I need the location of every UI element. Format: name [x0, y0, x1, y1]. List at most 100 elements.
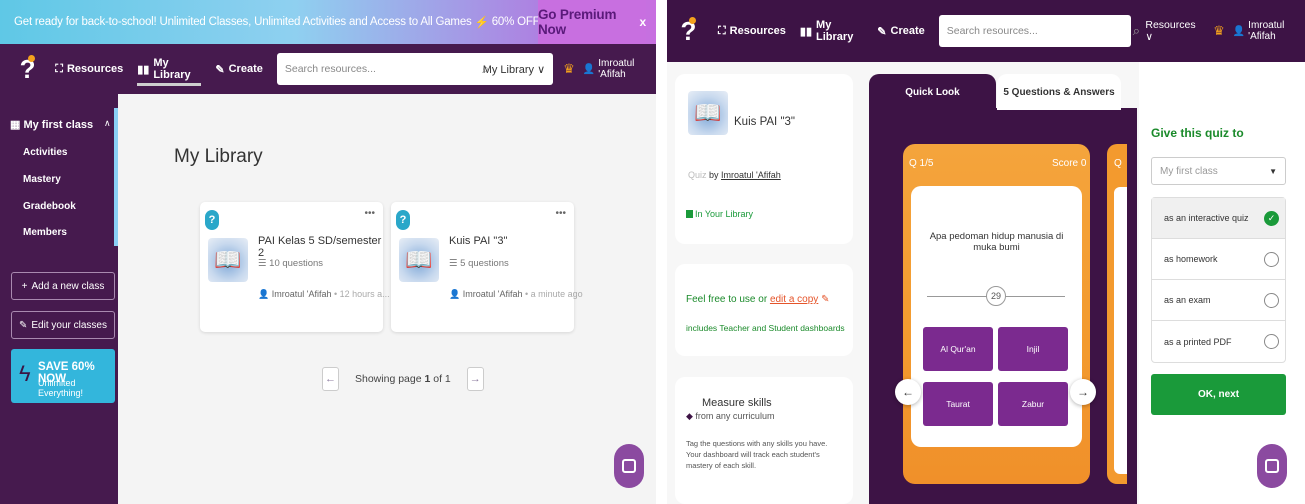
assign-option-homework[interactable]: as homework: [1152, 239, 1285, 280]
quiz-type-icon: ?: [396, 210, 410, 230]
radio-icon: [1264, 251, 1279, 267]
answer-option[interactable]: Taurat: [923, 382, 993, 426]
user-icon: 👤: [1232, 25, 1246, 37]
close-icon[interactable]: x: [640, 15, 647, 29]
assign-option-exam[interactable]: as an exam: [1152, 280, 1285, 321]
logo-icon[interactable]: ?: [677, 13, 700, 49]
slider-handle[interactable]: 29: [986, 286, 1006, 306]
book-icon: ▮▮: [137, 63, 150, 76]
class-select[interactable]: My first class ▼: [1151, 157, 1286, 185]
in-library-badge: In Your Library: [686, 209, 753, 219]
tab-questions-answers[interactable]: 5 Questions & Answers: [997, 74, 1121, 110]
search-input[interactable]: Search resources... ⌕: [938, 15, 1140, 47]
sidebar-item-mastery[interactable]: Mastery: [23, 174, 61, 185]
search-scope-select[interactable]: My Library ∨: [483, 63, 545, 76]
edit-classes-button[interactable]: ✎ Edit your classes: [11, 311, 115, 339]
user-menu[interactable]: 👤 Imroatul 'Afifah: [1233, 20, 1305, 42]
question-text: Apa pedoman hidup manusia di muka bumi: [929, 231, 1064, 253]
copy-box: [675, 264, 853, 356]
page-indicator: Showing page 1 of 1: [355, 373, 451, 385]
quiz-author: Quiz by Imroatul 'Afifah: [688, 170, 781, 180]
next-question-counter: Q: [1114, 158, 1122, 169]
assign-option-pdf[interactable]: as a printed PDF: [1152, 321, 1285, 362]
chat-button[interactable]: [614, 444, 644, 488]
tag-icon: ◆: [686, 411, 696, 421]
chat-icon: [1265, 459, 1279, 473]
list-icon: ☰: [258, 258, 270, 269]
quiz-card-questions: ☰ 10 questions: [258, 258, 324, 269]
nav-resources-label: Resources: [66, 63, 124, 75]
sidebar-item-gradebook[interactable]: Gradebook: [23, 201, 76, 212]
next-question-button[interactable]: →: [1070, 379, 1096, 405]
answer-option[interactable]: Injil: [998, 327, 1068, 371]
chat-icon: [622, 459, 636, 473]
nav-create-label: Create: [228, 63, 263, 75]
quiz-detail-screen: ? ⛶ Resources ▮▮ My Library ✎ Create Sea…: [667, 0, 1305, 504]
user-menu[interactable]: 👤 Imroatul 'Afifah: [583, 58, 656, 80]
prev-question-button[interactable]: ←: [895, 379, 921, 405]
promo-banner[interactable]: Get ready for back-to-school! Unlimited …: [0, 0, 656, 44]
class-select-value: My first class: [1160, 165, 1218, 177]
quiz-card[interactable]: ? ••• 📖 Kuis PAI "3" ☰ 5 questions 👤 Imr…: [391, 202, 583, 332]
resources-icon: ⛶: [717, 24, 726, 37]
edit-classes-label: Edit your classes: [31, 319, 107, 331]
search-placeholder: Search resources...: [284, 63, 376, 75]
library-screen: Get ready for back-to-school! Unlimited …: [0, 0, 656, 504]
save-promo-button[interactable]: ϟ SAVE 60% NOW Unlimited Everything!: [11, 349, 115, 403]
logo-icon[interactable]: ?: [16, 51, 39, 87]
search-placeholder: Search resources...: [946, 25, 1038, 37]
quiz-card-title: PAI Kelas 5 SD/semester 2: [258, 235, 382, 259]
nav-resources[interactable]: ⛶ Resources: [55, 63, 123, 76]
quiz-card[interactable]: ? ••• 📖 PAI Kelas 5 SD/semester 2 ☰ 10 q…: [200, 202, 390, 332]
includes-text: includes Teacher and Student dashboards: [686, 323, 845, 333]
class-header[interactable]: ▦ My first class: [10, 118, 93, 131]
list-icon: ☰: [449, 258, 461, 269]
answer-option[interactable]: Al Qur'an: [923, 327, 993, 371]
prev-page-button[interactable]: ←: [322, 367, 339, 391]
measure-description: Tag the questions with any skills you ha…: [686, 439, 828, 470]
bolt-icon: ⚡: [474, 17, 489, 29]
nav-create[interactable]: ✎ Create: [877, 25, 924, 38]
answer-option[interactable]: Zabur: [998, 382, 1068, 426]
quiz-card-time: • a minute ago: [524, 289, 583, 299]
edit-copy-link[interactable]: edit a copy: [770, 294, 818, 305]
nav-create[interactable]: ✎ Create: [215, 63, 262, 76]
quiz-type-icon: ?: [205, 210, 219, 230]
screen-divider: [656, 0, 667, 504]
go-premium-button[interactable]: Go Premium Now x: [538, 0, 646, 44]
more-options-icon[interactable]: •••: [555, 208, 566, 219]
sidebar-active-indicator: [114, 108, 118, 246]
quiz-card-title: Kuis PAI "3": [449, 235, 508, 247]
search-icon: ⌕: [1132, 23, 1141, 38]
next-page-button[interactable]: →: [466, 367, 484, 391]
check-icon: ✓: [1264, 210, 1279, 226]
assign-options: as an interactive quiz ✓ as homework as a…: [1151, 197, 1286, 363]
question-counter: Q 1/5: [909, 158, 934, 169]
assign-option-interactive[interactable]: as an interactive quiz ✓: [1152, 198, 1285, 239]
add-class-button[interactable]: + Add a new class: [11, 272, 115, 300]
sidebar-item-activities[interactable]: Activities: [23, 147, 67, 158]
ok-next-button[interactable]: OK, next: [1151, 374, 1286, 415]
user-name: Imroatul 'Afifah: [598, 58, 635, 80]
more-options-icon[interactable]: •••: [364, 208, 375, 219]
chevron-up-icon[interactable]: ∧: [104, 118, 111, 129]
pencil-icon: ✎: [19, 319, 28, 331]
nav-library[interactable]: ▮▮ My Library: [137, 52, 202, 86]
author-link[interactable]: Imroatul 'Afifah: [721, 170, 781, 180]
chat-button[interactable]: [1257, 444, 1287, 488]
class-sidebar: ▦ My first class ∧ Activities Mastery Gr…: [0, 94, 118, 504]
nav-library[interactable]: ▮▮ My Library: [800, 19, 863, 43]
radio-icon: [1264, 292, 1279, 308]
resources-select[interactable]: Resources ∨: [1145, 19, 1199, 43]
crown-icon: ♛: [563, 61, 575, 76]
wand-icon: ✎: [215, 63, 225, 76]
sidebar-item-members[interactable]: Members: [23, 227, 67, 238]
grid-icon: ▦: [10, 119, 24, 131]
pagination: ← Showing page 1 of 1 →: [322, 367, 484, 391]
search-input[interactable]: Search resources... ⌕ My Library ∨: [276, 53, 554, 85]
book-thumbnail: 📖: [208, 238, 248, 282]
quiz-card-author: 👤 Imroatul 'Afifah • a minute ago: [449, 289, 583, 299]
bolt-icon: ϟ: [19, 361, 31, 386]
nav-resources[interactable]: ⛶ Resources: [718, 25, 786, 38]
tab-quick-look[interactable]: Quick Look: [869, 74, 996, 110]
